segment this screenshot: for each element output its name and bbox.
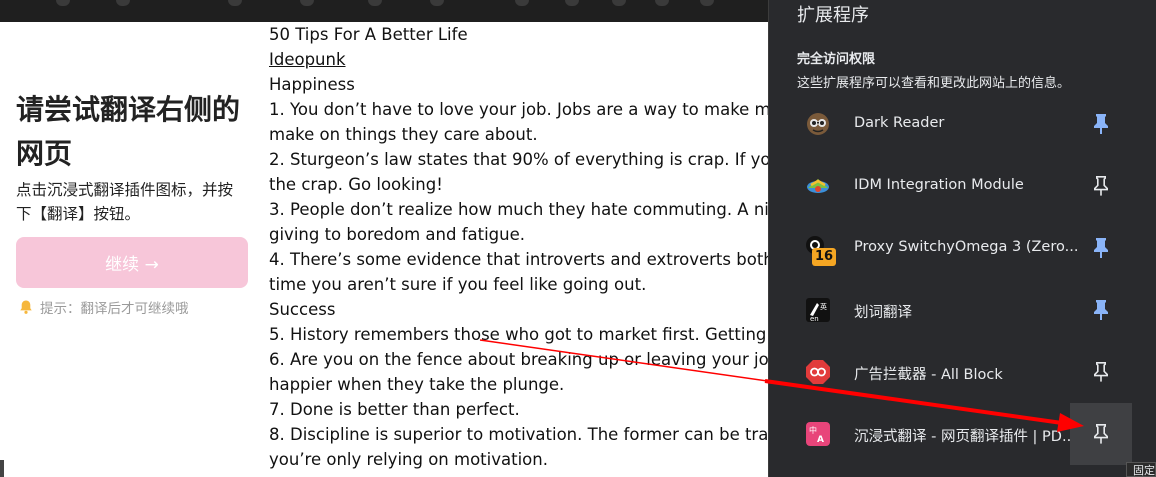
toolbar-icon[interactable] [515, 0, 529, 6]
extensions-title: 扩展程序 [797, 5, 869, 26]
toolbar-icon[interactable] [368, 0, 382, 6]
full-access-heading: 完全访问权限 [797, 52, 876, 67]
toolbar-icon[interactable] [565, 0, 579, 6]
extension-name: 沉浸式翻译 - 网页翻译插件 | PD... [854, 429, 1076, 445]
toolbar-icon[interactable] [700, 0, 714, 6]
section-heading: Happiness [269, 75, 355, 94]
all-block-icon [806, 360, 830, 384]
extension-item-hcfy[interactable]: 英 en 划词翻译 [769, 279, 1156, 341]
pin-button[interactable] [1070, 403, 1132, 465]
article-title: 50 Tips For A Better Life [269, 25, 468, 44]
idm-icon [807, 179, 829, 193]
pin-outline-icon [1094, 424, 1108, 444]
extensions-popup: 扩展程序 完全访问权限 这些扩展程序可以查看和更改此网站上的信息。 Dark R… [768, 0, 1156, 477]
article-line: 5. History remembers those who got to ma… [269, 325, 779, 344]
toolbar-icon[interactable] [430, 0, 444, 6]
bell-icon [20, 300, 32, 314]
article-line: 8. Discipline is superior to motivation.… [269, 425, 779, 444]
pin-filled-icon [1094, 238, 1108, 258]
section-heading: Success [269, 300, 336, 319]
svg-text:中: 中 [809, 425, 817, 435]
extension-item-switchyomega[interactable]: 16 Proxy SwitchyOmega 3 (Zero... [769, 217, 1156, 279]
pin-button[interactable] [1070, 93, 1132, 155]
svg-text:A: A [817, 435, 824, 445]
extension-name: IDM Integration Module [854, 177, 1024, 193]
extension-name: 广告拦截器 - All Block [854, 367, 1003, 383]
article-line: 1. You don’t have to love your job. Jobs… [269, 100, 779, 119]
pin-filled-icon [1094, 300, 1108, 320]
pin-button[interactable] [1070, 155, 1132, 217]
hint-text: 提示：翻译后才可继续哦 [40, 301, 189, 317]
hcfy-icon: 英 en [806, 298, 830, 323]
article-line: you’re only relying on motivation. [269, 450, 548, 469]
dark-reader-icon [807, 113, 829, 135]
window-edge [0, 460, 4, 477]
author-link[interactable]: Ideopunk [269, 47, 346, 72]
pin-filled-icon [1094, 114, 1108, 134]
svg-text:英: 英 [820, 302, 827, 311]
extension-name: Proxy SwitchyOmega 3 (Zero... [854, 239, 1079, 255]
toolbar-icon[interactable] [228, 0, 242, 6]
article-line: 3. People don’t realize how much they ha… [269, 200, 779, 219]
extension-item-immersive-translate[interactable]: 中 A 沉浸式翻译 - 网页翻译插件 | PD... [769, 403, 1156, 465]
article-line: the crap. Go looking! [269, 175, 443, 194]
extension-name: Dark Reader [854, 115, 945, 131]
pin-tooltip: 固定 [1126, 462, 1156, 477]
pin-button[interactable] [1070, 341, 1132, 403]
article-content: 50 Tips For A Better Life Ideopunk Happi… [269, 22, 779, 477]
article-line: 7. Done is better than perfect. [269, 400, 520, 419]
article-line: happier when they take the plunge. [269, 375, 565, 394]
pin-outline-icon [1094, 362, 1108, 382]
extension-item-all-block[interactable]: 广告拦截器 - All Block [769, 341, 1156, 403]
article-line: giving to boredom and fatigue. [269, 225, 526, 244]
continue-button[interactable]: 继续 → [16, 237, 248, 288]
toolbar-icon[interactable] [612, 0, 626, 6]
extension-item-dark-reader[interactable]: Dark Reader [769, 93, 1156, 155]
article-line: time you aren’t sure if you feel like go… [269, 275, 647, 294]
svg-text:en: en [810, 315, 819, 323]
pin-button[interactable] [1070, 217, 1132, 279]
article-line: 6. Are you on the fence about breaking u… [269, 350, 779, 369]
extension-name: 划词翻译 [854, 305, 912, 321]
article-line: make on things they care about. [269, 125, 538, 144]
guide-description: 点击沉浸式翻译插件图标，并按下【翻译】按钮。 [16, 181, 234, 223]
toolbar-icon[interactable] [116, 0, 130, 6]
toolbar-icon[interactable] [56, 0, 70, 6]
article-line: 2. Sturgeon’s law states that 90% of eve… [269, 150, 779, 169]
guide-title: 请尝试翻译右侧的网页 [16, 93, 241, 170]
guide-hint: 提示：翻译后才可继续哦 [18, 297, 189, 317]
pin-outline-icon [1094, 176, 1108, 196]
article-line: 4. There’s some evidence that introverts… [269, 250, 779, 269]
extension-badge: 16 [812, 248, 836, 266]
extension-item-idm[interactable]: IDM Integration Module [769, 155, 1156, 217]
pin-button[interactable] [1070, 279, 1132, 341]
full-access-description: 这些扩展程序可以查看和更改此网站上的信息。 [797, 76, 1071, 91]
toolbar-icon[interactable] [655, 0, 669, 6]
toolbar-icon[interactable] [300, 0, 314, 6]
immersive-translate-icon: 中 A [806, 422, 830, 446]
